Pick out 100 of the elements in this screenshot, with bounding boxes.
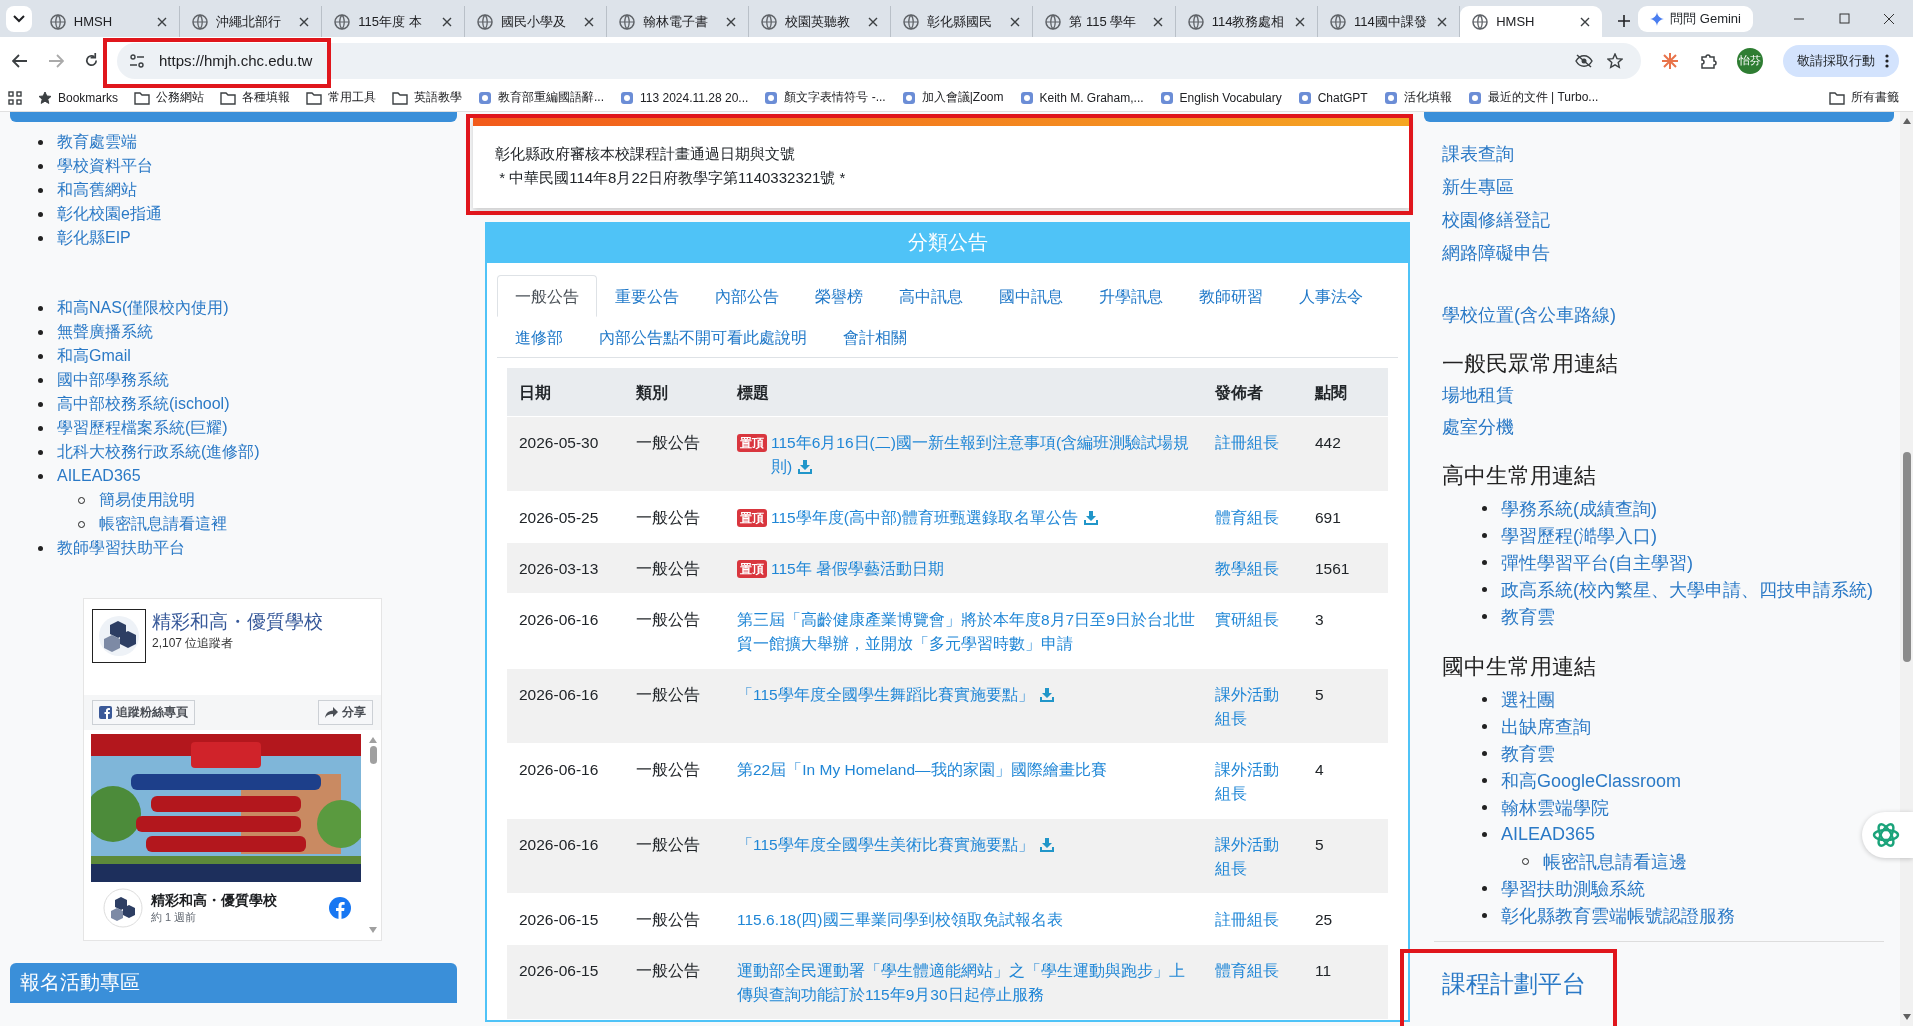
share-button[interactable]: 分享 [318, 700, 373, 725]
publisher-link[interactable]: 註冊組長 [1215, 431, 1282, 455]
profile-avatar[interactable]: 怡芬 [1737, 47, 1763, 74]
tab-list-button[interactable] [6, 6, 32, 32]
close-icon[interactable] [583, 16, 594, 27]
publisher-link[interactable]: 課外活動組長 [1215, 758, 1282, 806]
category-tab[interactable]: 教師研習 [1181, 275, 1281, 317]
bookmark-item[interactable]: 教育部重編國語辭... [478, 89, 605, 106]
publisher-link[interactable]: 體育組長 [1215, 506, 1282, 530]
eye-off-icon[interactable] [1575, 53, 1594, 68]
link[interactable]: 和高GoogleClassroom [1501, 768, 1682, 793]
bookmark-item[interactable]: 113 2024.11.28 20... [620, 90, 749, 105]
follow-button[interactable]: 追蹤粉絲專頁 [92, 700, 195, 725]
link[interactable]: 帳密訊息請看這邊 [1543, 849, 1687, 874]
category-tab[interactable]: 內部公告點不開可看此處說明 [581, 316, 825, 358]
browser-tab[interactable]: HMSH [1460, 6, 1603, 37]
category-tab[interactable]: 人事法令 [1281, 275, 1381, 317]
bookmark-item[interactable]: 常用工具 [306, 89, 377, 106]
link[interactable]: 學校資料平台 [57, 155, 153, 177]
close-icon[interactable] [1437, 16, 1448, 27]
link[interactable]: 課程計劃平台 [1424, 942, 1894, 1000]
close-icon[interactable] [1883, 13, 1895, 25]
bookmark-item[interactable]: Keith M. Graham,... [1019, 90, 1144, 105]
announcement-link[interactable]: 115學年度(高中部)體育班甄選錄取名單公告 [771, 506, 1099, 530]
close-icon[interactable] [1294, 16, 1305, 27]
link[interactable]: 學務系統(成績查詢) [1501, 496, 1657, 521]
publisher-link[interactable]: 體育組長 [1215, 959, 1282, 983]
link[interactable]: 學習歷程(澔學入口) [1501, 523, 1657, 548]
link[interactable]: AILEAD365 [1501, 824, 1596, 845]
close-icon[interactable] [726, 16, 736, 27]
announcement-link[interactable]: 「115學年度全國學生舞蹈比賽實施要點」 [737, 683, 1054, 707]
category-tab[interactable]: 榮譽榜 [797, 275, 881, 317]
page-name-link[interactable]: 精彩和高・優質學校 [152, 609, 323, 635]
bookmark-star-icon[interactable] [1607, 52, 1624, 69]
category-tab[interactable]: 國中訊息 [981, 275, 1081, 317]
close-icon[interactable] [1152, 16, 1163, 27]
link[interactable]: 彰化校園e指通 [57, 203, 162, 225]
link[interactable]: 學習扶助測驗系統 [1501, 876, 1645, 901]
close-icon[interactable] [157, 16, 168, 27]
reload-icon[interactable] [84, 53, 99, 68]
link[interactable]: 出缺席查詢 [1501, 714, 1591, 739]
bookmark-item[interactable]: 所有書籤 [1829, 89, 1899, 106]
link[interactable]: 校園修繕登記 [1442, 208, 1894, 232]
bookmark-item[interactable]: Bookmarks [38, 90, 119, 105]
link[interactable]: 場地租賃 [1442, 383, 1894, 407]
bookmark-item[interactable]: ChatGPT [1297, 90, 1368, 105]
link[interactable]: 翰林雲端學院 [1501, 795, 1609, 820]
link[interactable]: 教育雲 [1501, 741, 1555, 766]
announcement-link[interactable]: 115.6.18(四)國三畢業同學到校領取免試報名表 [737, 908, 1063, 932]
publisher-link[interactable]: 教學組長 [1215, 557, 1282, 581]
gemini-button[interactable]: 問問 Gemini [1638, 6, 1753, 32]
link[interactable]: 和高NAS(僅限校內使用) [57, 297, 229, 319]
category-tab[interactable]: 會計相關 [825, 316, 925, 358]
link[interactable]: 網路障礙申告 [1442, 241, 1894, 265]
link[interactable]: 教育處雲端 [57, 131, 137, 153]
bookmark-item[interactable]: 英語教學 [392, 89, 463, 106]
scroll-thumb[interactable] [369, 746, 377, 764]
scroll-thumb[interactable] [1902, 452, 1911, 662]
category-tab[interactable]: 一般公告 [497, 275, 597, 317]
maximize-icon[interactable] [1838, 13, 1850, 25]
announcement-link[interactable]: 第三屆「高齡健康產業博覽會」將於本年度8月7日至9日於台北世貿一館擴大舉辦，並開放「多元學習時數」申請 [737, 608, 1195, 656]
close-icon[interactable] [868, 16, 879, 27]
link[interactable]: AILEAD365 [57, 467, 141, 485]
link[interactable]: 課表查詢 [1442, 142, 1894, 166]
link[interactable]: 高中部校務系統(ischool) [57, 393, 230, 415]
bookmark-item[interactable]: 公務網站 [134, 89, 205, 106]
category-tab[interactable]: 重要公告 [597, 275, 697, 317]
site-settings-icon[interactable] [129, 53, 145, 68]
close-icon[interactable] [441, 16, 452, 27]
bookmark-item[interactable]: 最近的文件 | Turbo... [1467, 89, 1599, 106]
action-button[interactable]: 敬請採取行動 [1783, 44, 1899, 77]
category-tab[interactable]: 進修部 [497, 316, 581, 358]
bookmark-item[interactable]: 加入會議|Zoom [901, 89, 1004, 106]
bookmark-item[interactable]: 活化填報 [1383, 89, 1452, 106]
bookmark-item[interactable]: English Vocabulary [1159, 90, 1282, 105]
link[interactable]: 簡易使用說明 [99, 489, 195, 511]
announcement-link[interactable]: 115年 暑假學藝活動日期 [771, 557, 945, 581]
close-icon[interactable] [299, 16, 310, 27]
close-icon[interactable] [1010, 16, 1021, 27]
link[interactable]: 教育雲 [1501, 604, 1555, 629]
close-icon[interactable] [1580, 16, 1591, 27]
apps-grid-icon[interactable] [8, 90, 22, 105]
link[interactable]: 彰化縣EIP [57, 227, 131, 249]
publisher-link[interactable]: 實研組長 [1215, 608, 1282, 632]
announcement-link[interactable]: 「115學年度全國學生美術比賽實施要點」 [737, 833, 1054, 857]
link[interactable]: 帳密訊息請看這裡 [99, 513, 227, 535]
link[interactable]: 處室分機 [1442, 415, 1894, 439]
extensions-icon[interactable] [1699, 51, 1718, 70]
link[interactable]: 學校位置(含公車路線) [1424, 265, 1894, 327]
chat-button[interactable] [1862, 812, 1913, 858]
publisher-link[interactable]: 註冊組長 [1215, 908, 1282, 932]
link[interactable]: 新生專區 [1442, 175, 1894, 199]
link[interactable]: 國中部學務系統 [57, 369, 169, 391]
link[interactable]: 和高Gmail [57, 345, 131, 367]
link[interactable]: 教師學習扶助平台 [57, 537, 185, 559]
burst-icon[interactable] [1661, 51, 1680, 70]
announcement-link[interactable]: 運動部全民運動署「學生體適能網站」之「學生運動與跑步」上傳與查詢功能訂於115年9月30日起停止服務 [737, 959, 1195, 1007]
publisher-link[interactable]: 課外活動組長 [1215, 683, 1282, 731]
link[interactable]: 彈性學習平台(自主學習) [1501, 550, 1693, 575]
scrollbar[interactable] [1900, 112, 1913, 1026]
